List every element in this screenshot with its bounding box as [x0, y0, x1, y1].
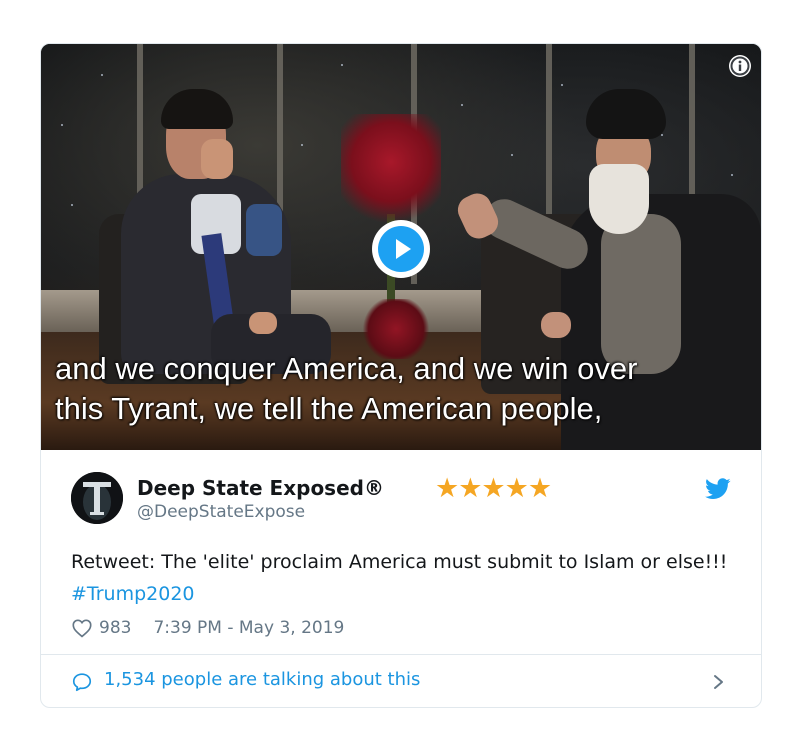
timestamp-link[interactable]: 7:39 PM - May 3, 2019 — [153, 618, 344, 638]
tweet-body: Deep State Exposed® ★★★★★ @DeepStateExpo… — [41, 450, 761, 654]
tweet-meta: 983 7:39 PM - May 3, 2019 — [71, 616, 344, 640]
twitter-bird-icon[interactable] — [705, 478, 731, 500]
rating-stars: ★★★★★ — [435, 473, 552, 504]
interviewer-hand — [201, 139, 233, 179]
heart-icon[interactable] — [71, 617, 93, 639]
interviewer-hand — [249, 312, 277, 334]
avatar[interactable] — [71, 472, 123, 524]
video-subtitle: and we conquer America, and we win over … — [55, 349, 755, 429]
like-count[interactable]: 983 — [99, 618, 131, 638]
guest-hand — [541, 312, 571, 338]
play-icon[interactable] — [378, 226, 424, 272]
tweet-text: Retweet: The 'elite' proclaim America mu… — [71, 546, 731, 610]
tweet-text-body: Retweet: The 'elite' proclaim America mu… — [71, 551, 728, 573]
talking-count-text[interactable]: 1,534 people are talking about this — [104, 669, 420, 690]
user-handle[interactable]: @DeepStateExpose — [137, 502, 305, 522]
conversation-link[interactable]: 1,534 people are talking about this — [41, 655, 761, 707]
guest-beard — [589, 164, 649, 234]
speech-bubble-icon — [72, 673, 92, 692]
subtitle-line: and we conquer America, and we win over — [55, 351, 638, 386]
chevron-right-icon[interactable] — [711, 671, 727, 693]
display-name[interactable]: Deep State Exposed® — [137, 476, 384, 500]
subtitle-line: this Tyrant, we tell the American people… — [55, 391, 603, 426]
video-player[interactable]: and we conquer America, and we win over … — [41, 44, 761, 450]
info-icon[interactable] — [729, 55, 751, 77]
tweet-embed-card: and we conquer America, and we win over … — [40, 43, 762, 708]
guest-turban — [586, 89, 666, 139]
flower-arrangement — [341, 114, 441, 234]
hashtag-link[interactable]: #Trump2020 — [71, 583, 195, 605]
microphone-flag — [246, 204, 282, 256]
play-button[interactable] — [372, 220, 430, 278]
